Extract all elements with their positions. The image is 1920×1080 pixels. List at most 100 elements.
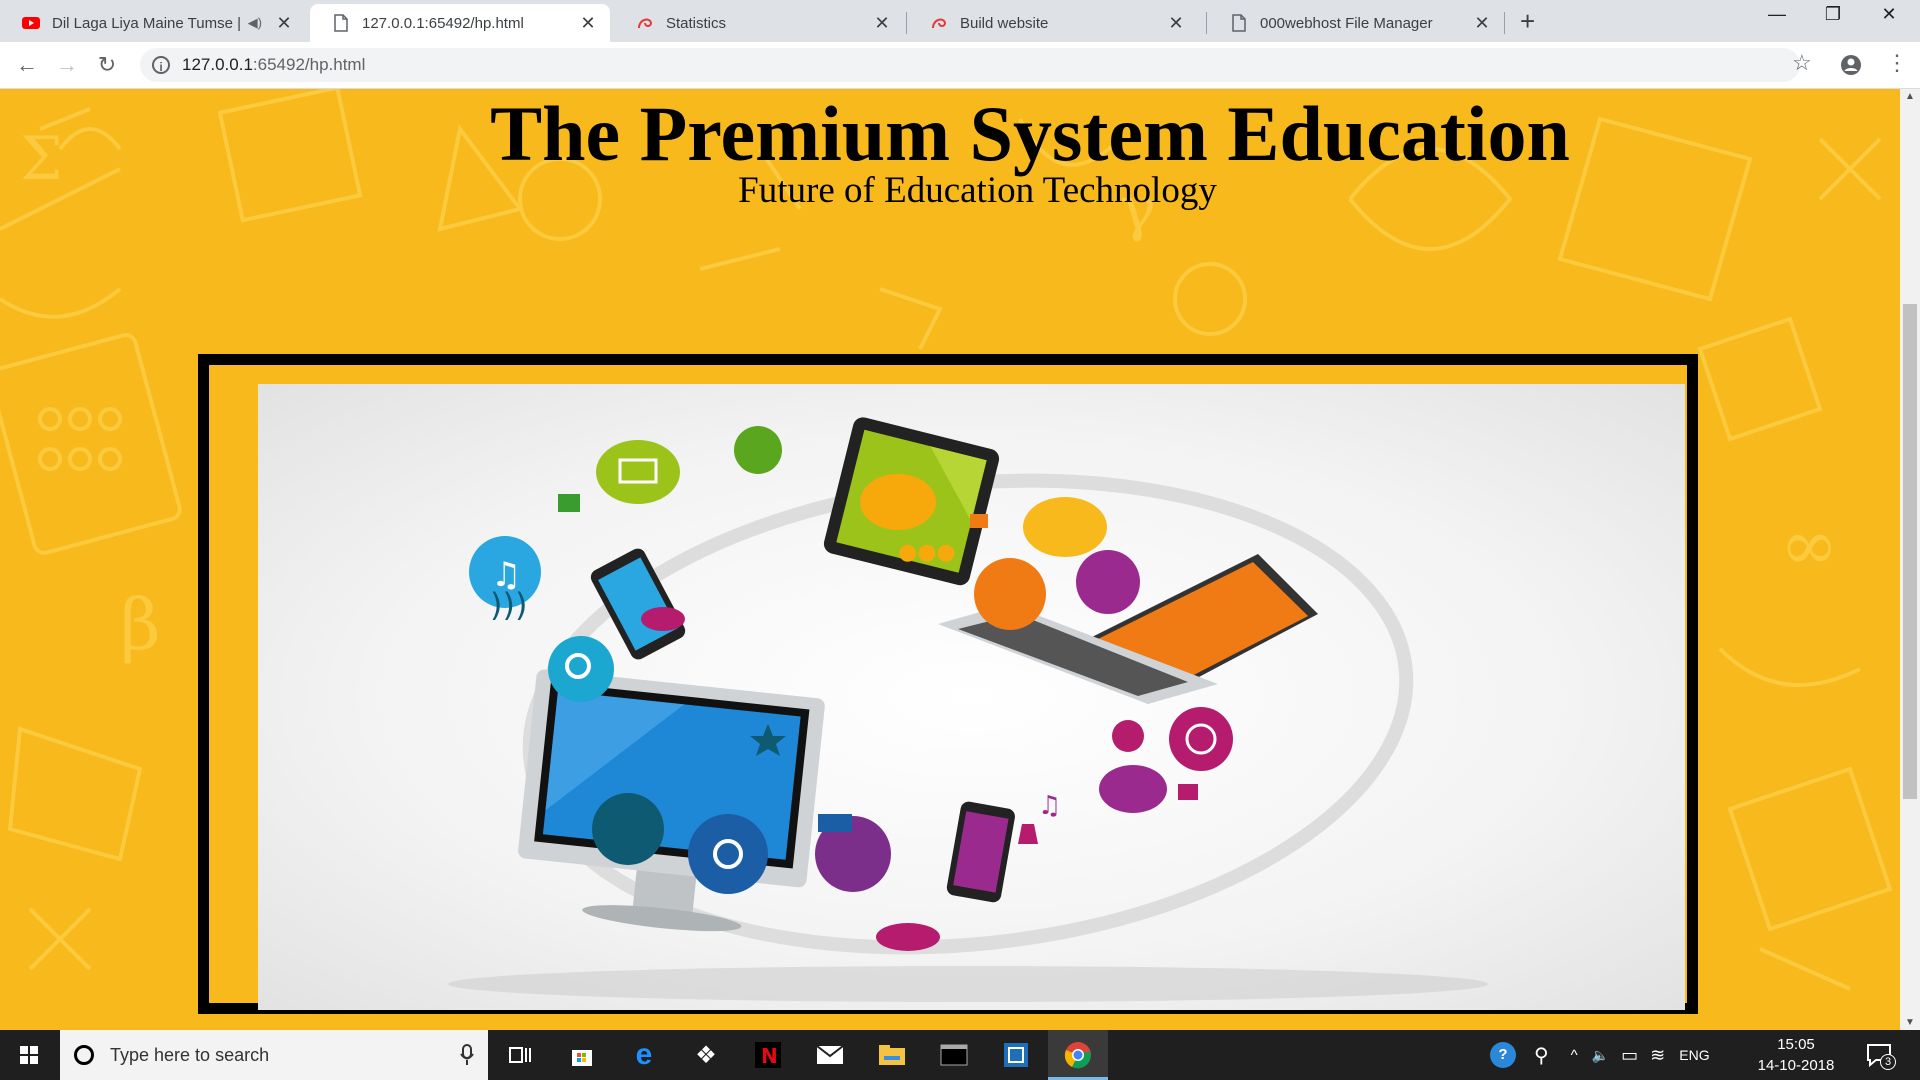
- url-text: 127.0.0.1:65492/hp.html: [182, 55, 365, 75]
- tablet-bubble-icon: [1099, 765, 1167, 813]
- cortana-icon: [74, 1045, 94, 1065]
- help-icon[interactable]: ?: [1490, 1042, 1516, 1068]
- clock-date: 14-10-2018: [1757, 1057, 1835, 1074]
- task-view-icon[interactable]: [490, 1030, 550, 1080]
- page-icon: [334, 14, 348, 32]
- tab-youtube[interactable]: Dil Laga Liya Maine Tumse | ◀) ✕: [0, 4, 306, 42]
- speaker-muted-icon[interactable]: ◀): [248, 15, 262, 31]
- store-icon[interactable]: [552, 1030, 612, 1080]
- page-viewport: Σ β γ ∞ The Premium System Education Fut…: [0, 89, 1900, 1030]
- scroll-down-icon[interactable]: ▼: [1900, 1017, 1920, 1028]
- page-title: The Premium System Education: [490, 90, 1570, 177]
- tab-statistics[interactable]: Statistics ✕: [614, 4, 904, 42]
- bookmark-star-icon[interactable]: ☆: [1792, 50, 1812, 76]
- tab-title: Build website: [960, 14, 1049, 32]
- lock-icon: [970, 514, 988, 528]
- tab-file-manager[interactable]: 000webhost File Manager ✕: [1208, 4, 1504, 42]
- wifi-icon[interactable]: ≋: [1650, 1045, 1665, 1066]
- youtube-icon: [22, 17, 40, 29]
- gear-bubble-icon: [1076, 550, 1140, 614]
- devices-cloud-illustration: ♫ ))) ✦ ●●● ♫: [448, 417, 1488, 1002]
- back-button[interactable]: ←: [12, 50, 42, 80]
- doc-icon: [1178, 784, 1198, 800]
- close-window-button[interactable]: ✕: [1866, 4, 1912, 25]
- search-bubble-icon: [548, 636, 614, 702]
- tv-bubble-icon: [596, 440, 680, 504]
- snip-icon[interactable]: [986, 1030, 1046, 1080]
- restore-button[interactable]: ❐: [1810, 4, 1856, 25]
- tab-build-website[interactable]: Build website ✕: [908, 4, 1198, 42]
- battery-icon[interactable]: ▭: [1621, 1045, 1638, 1066]
- svg-text:β: β: [120, 584, 160, 666]
- swirl-icon: [932, 18, 947, 29]
- taskbar-clock[interactable]: 15:05 14-10-2018: [1756, 1034, 1836, 1076]
- scrollbar-thumb[interactable]: [1903, 304, 1917, 799]
- account-icon[interactable]: [1840, 54, 1862, 76]
- user-small-icon: [1018, 824, 1038, 844]
- cart-bubble-icon: [974, 558, 1046, 630]
- browser-toolbar: ← → ↻ i 127.0.0.1:65492/hp.html ☆ ⋮: [0, 42, 1920, 89]
- camera-bubble-icon: [688, 814, 768, 894]
- terminal-icon[interactable]: [924, 1030, 984, 1080]
- url-path: :65492/hp.html: [252, 55, 366, 74]
- person-bubble-icon: [1112, 720, 1144, 752]
- notification-center-icon[interactable]: 3: [1866, 1042, 1896, 1070]
- edge-icon[interactable]: e: [614, 1030, 674, 1080]
- tab-separator: [906, 12, 907, 34]
- windows-taskbar: Type here to search e ❖ N ? ⚲ ^ 🔈 ▭ ≋ EN…: [0, 1030, 1920, 1080]
- close-icon[interactable]: ✕: [578, 13, 598, 34]
- close-icon[interactable]: ✕: [872, 13, 892, 34]
- note-icon: ♫: [1038, 791, 1061, 821]
- tab-title: 000webhost File Manager: [1260, 14, 1433, 32]
- chrome-icon[interactable]: [1048, 1030, 1108, 1080]
- minimize-button[interactable]: —: [1754, 4, 1800, 25]
- tab-title: 127.0.0.1:65492/hp.html: [362, 14, 524, 32]
- hero-image: ♫ ))) ✦ ●●● ♫: [258, 384, 1685, 1010]
- page-scrollbar[interactable]: ▲ ▼: [1900, 89, 1920, 1030]
- swirl-icon: [638, 18, 653, 29]
- rss-icon: ))): [490, 586, 527, 624]
- people-icon: ●●●: [898, 540, 956, 565]
- clock-time: 15:05: [1777, 1036, 1815, 1053]
- notification-count: 3: [1880, 1054, 1896, 1070]
- tab-strip: Dil Laga Liya Maine Tumse | ◀) ✕ 127.0.0…: [0, 0, 1920, 42]
- page-subtitle: Future of Education Technology: [738, 170, 1217, 211]
- dropbox-icon[interactable]: ❖: [676, 1030, 736, 1080]
- close-icon[interactable]: ✕: [274, 13, 294, 34]
- svg-text:∞: ∞: [1780, 504, 1838, 586]
- search-placeholder: Type here to search: [110, 1044, 270, 1065]
- thumbsup-bubble-icon: [734, 426, 782, 474]
- info-icon[interactable]: i: [152, 56, 170, 74]
- new-tab-button[interactable]: +: [1520, 6, 1535, 37]
- people-icon[interactable]: ⚲: [1534, 1043, 1549, 1068]
- close-icon[interactable]: ✕: [1166, 13, 1186, 34]
- taskbar-search-box[interactable]: Type here to search: [60, 1030, 488, 1080]
- microphone-icon[interactable]: [460, 1044, 474, 1066]
- page-icon: [1232, 14, 1246, 32]
- desktop-monitor-device: [518, 669, 825, 932]
- bird-icon: ✦: [633, 567, 651, 592]
- windows-start-icon[interactable]: [0, 1030, 58, 1080]
- address-bar[interactable]: i 127.0.0.1:65492/hp.html: [140, 48, 1800, 82]
- tab-hp-html[interactable]: 127.0.0.1:65492/hp.html ✕: [310, 4, 610, 42]
- svg-text:N: N: [761, 1044, 778, 1068]
- file-explorer-icon[interactable]: [862, 1030, 922, 1080]
- cloud-bubble-icon: [1023, 497, 1107, 557]
- mail-icon[interactable]: [800, 1030, 860, 1080]
- menu-icon[interactable]: ⋮: [1886, 50, 1908, 76]
- close-icon[interactable]: ✕: [1472, 13, 1492, 34]
- chat-icon: [641, 607, 685, 631]
- phone-purple-device: [946, 801, 1015, 903]
- bag-icon: [558, 494, 580, 512]
- forward-button[interactable]: →: [52, 50, 82, 80]
- reload-button[interactable]: ↻: [92, 50, 122, 80]
- scroll-up-icon[interactable]: ▲: [1900, 91, 1920, 102]
- language-indicator[interactable]: ENG: [1679, 1047, 1709, 1063]
- mail-bubble-icon: [860, 474, 936, 530]
- volume-icon[interactable]: 🔈: [1592, 1047, 1609, 1064]
- netflix-icon[interactable]: N: [738, 1030, 798, 1080]
- url-host: 127.0.0.1: [182, 55, 253, 74]
- envelope-icon: [818, 814, 852, 832]
- tab-separator: [1504, 12, 1505, 34]
- chevron-up-icon[interactable]: ^: [1571, 1047, 1578, 1064]
